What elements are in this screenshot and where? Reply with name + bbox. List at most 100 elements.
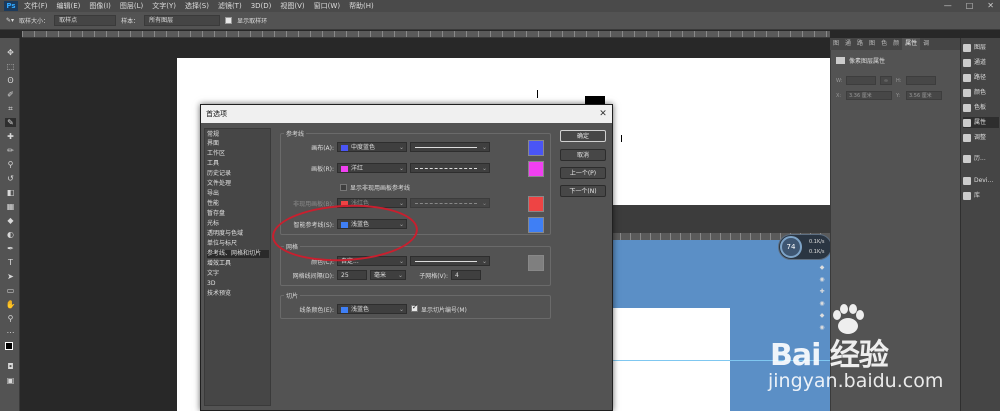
tab-layers[interactable]: 图: [830, 38, 842, 50]
canvas-guide-color-select[interactable]: 中度蓝色 ⌄: [337, 142, 407, 152]
category-units-rulers[interactable]: 单位与标尺: [207, 240, 237, 248]
category-workspace[interactable]: 工作区: [207, 150, 225, 158]
category-plugins[interactable]: 增效工具: [207, 260, 231, 268]
sample-size-select[interactable]: 取样点: [54, 15, 117, 26]
mini-tool-icon[interactable]: ✚: [816, 286, 828, 298]
x-field[interactable]: 3.36 厘米: [846, 91, 892, 100]
tab-image[interactable]: 图: [866, 38, 878, 50]
canvas-guide-swatch[interactable]: [528, 140, 544, 156]
healing-brush-icon[interactable]: ✚: [5, 132, 16, 141]
canvas-guide-style-select[interactable]: ⌄: [410, 142, 490, 152]
lasso-tool-icon[interactable]: ʘ: [5, 76, 16, 85]
shape-tool-icon[interactable]: ▭: [5, 286, 16, 295]
category-scratch-disks[interactable]: 暂存盘: [207, 210, 225, 218]
screen-mode-icon[interactable]: ▣: [5, 376, 16, 385]
gradient-tool-icon[interactable]: ▦: [5, 202, 16, 211]
category-type[interactable]: 文字: [207, 270, 219, 278]
link-icon[interactable]: ∞: [880, 76, 892, 85]
crop-tool-icon[interactable]: ⌗: [5, 104, 16, 113]
grid-unit-select[interactable]: 毫米 ⌄: [370, 270, 406, 280]
category-export[interactable]: 导出: [207, 190, 219, 198]
category-file-handling[interactable]: 文件处理: [207, 180, 231, 188]
dock-swatches[interactable]: 色板: [963, 102, 999, 113]
menu-item-help[interactable]: 帮助(H): [349, 1, 374, 11]
blur-tool-icon[interactable]: ◆: [5, 216, 16, 225]
artboard-guide-style-select[interactable]: ⌄: [410, 163, 490, 173]
tab-paths[interactable]: 路: [854, 38, 866, 50]
category-3d[interactable]: 3D: [207, 280, 215, 288]
close-window-button[interactable]: ✕: [987, 0, 994, 12]
ok-button[interactable]: 确定: [560, 130, 606, 142]
menu-item-layer[interactable]: 图层(L): [120, 1, 143, 11]
eyedropper-icon[interactable]: ✎▾: [6, 17, 14, 24]
menu-item-filter[interactable]: 滤镜(T): [218, 1, 242, 11]
tab-properties[interactable]: 属性: [902, 38, 921, 50]
cancel-button[interactable]: 取消: [560, 149, 606, 161]
dock-device[interactable]: Devi...: [963, 175, 999, 186]
stamp-tool-icon[interactable]: ⚲: [5, 160, 16, 169]
dock-adjustments[interactable]: 调整: [963, 132, 999, 143]
brush-tool-icon[interactable]: ✏: [5, 146, 16, 155]
category-guides-grid-slices[interactable]: 参考线、网格和切片: [207, 250, 269, 258]
dock-history[interactable]: 历...: [963, 153, 999, 164]
menu-item-select[interactable]: 选择(S): [185, 1, 209, 11]
inactive-artboard-swatch[interactable]: [528, 196, 544, 212]
category-general[interactable]: 常规: [207, 131, 219, 139]
category-transparency[interactable]: 透明度与色域: [207, 230, 243, 238]
width-field[interactable]: [846, 76, 876, 85]
category-tech-preview[interactable]: 技术预览: [207, 290, 231, 298]
menu-item-window[interactable]: 窗口(W): [314, 1, 340, 11]
menu-item-3d[interactable]: 3D(D): [251, 2, 272, 10]
move-tool-icon[interactable]: ✥: [5, 48, 16, 57]
menu-item-edit[interactable]: 编辑(E): [57, 1, 81, 11]
sample-select[interactable]: 所有图层: [144, 15, 221, 26]
grid-color-swatch[interactable]: [528, 255, 544, 271]
show-inactive-artboard-checkbox[interactable]: [340, 184, 347, 191]
category-tools[interactable]: 工具: [207, 160, 219, 168]
previous-button[interactable]: 上一个(P): [560, 167, 606, 179]
inactive-artboard-style-select[interactable]: ⌄: [410, 198, 490, 208]
subdivisions-input[interactable]: 4: [451, 270, 481, 280]
grid-style-select[interactable]: ⌄: [410, 256, 490, 266]
menu-item-type[interactable]: 文字(Y): [152, 1, 176, 11]
smart-guides-swatch[interactable]: [528, 217, 544, 233]
artboard-guide-swatch[interactable]: [528, 161, 544, 177]
category-history[interactable]: 历史记录: [207, 170, 231, 178]
show-ring-checkbox[interactable]: [225, 17, 233, 24]
dodge-tool-icon[interactable]: ◐: [5, 230, 16, 239]
category-interface[interactable]: 界面: [207, 140, 219, 148]
maximize-button[interactable]: □: [966, 0, 974, 12]
dock-library[interactable]: 库: [963, 190, 999, 201]
mini-tool-icon[interactable]: ◉: [816, 274, 828, 286]
tab-color[interactable]: 颜: [890, 38, 902, 50]
menu-item-image[interactable]: 图像(I): [89, 1, 111, 11]
grid-spacing-input[interactable]: 25: [337, 270, 367, 280]
category-performance[interactable]: 性能: [207, 200, 219, 208]
pen-tool-icon[interactable]: ✒: [5, 244, 16, 253]
history-brush-icon[interactable]: ↺: [5, 174, 16, 183]
tab-swatches[interactable]: 色: [878, 38, 890, 50]
zoom-tool-icon[interactable]: ⚲: [5, 314, 16, 323]
mini-tool-icon[interactable]: ◉: [816, 298, 828, 310]
menu-item-file[interactable]: 文件(F): [24, 1, 48, 11]
mini-tool-icon[interactable]: ◆: [816, 262, 828, 274]
tab-channels[interactable]: 通: [842, 38, 854, 50]
slice-line-color-select[interactable]: 浅蓝色 ⌄: [337, 304, 407, 314]
show-slice-numbers-checkbox[interactable]: [411, 303, 418, 312]
tab-adjustments[interactable]: 调: [920, 38, 932, 50]
type-tool-icon[interactable]: T: [5, 258, 16, 267]
minimize-button[interactable]: —: [944, 0, 952, 12]
dock-color[interactable]: 颜色: [963, 87, 999, 98]
more-tools-icon[interactable]: ⋯: [5, 328, 16, 337]
quick-mask-icon[interactable]: ◘: [5, 362, 16, 371]
height-field[interactable]: [906, 76, 936, 85]
y-field[interactable]: 3.56 厘米: [906, 91, 942, 100]
eraser-tool-icon[interactable]: ◧: [5, 188, 16, 197]
quick-select-tool-icon[interactable]: ✐: [5, 90, 16, 99]
category-cursors[interactable]: 光标: [207, 220, 219, 228]
dock-layers[interactable]: 图层: [963, 42, 999, 53]
hand-tool-icon[interactable]: ✋: [5, 300, 16, 309]
mini-tool-icon[interactable]: ◆: [816, 310, 828, 322]
dock-properties[interactable]: 属性: [963, 117, 999, 128]
artboard-guide-color-select[interactable]: 洋红 ⌄: [337, 163, 407, 173]
